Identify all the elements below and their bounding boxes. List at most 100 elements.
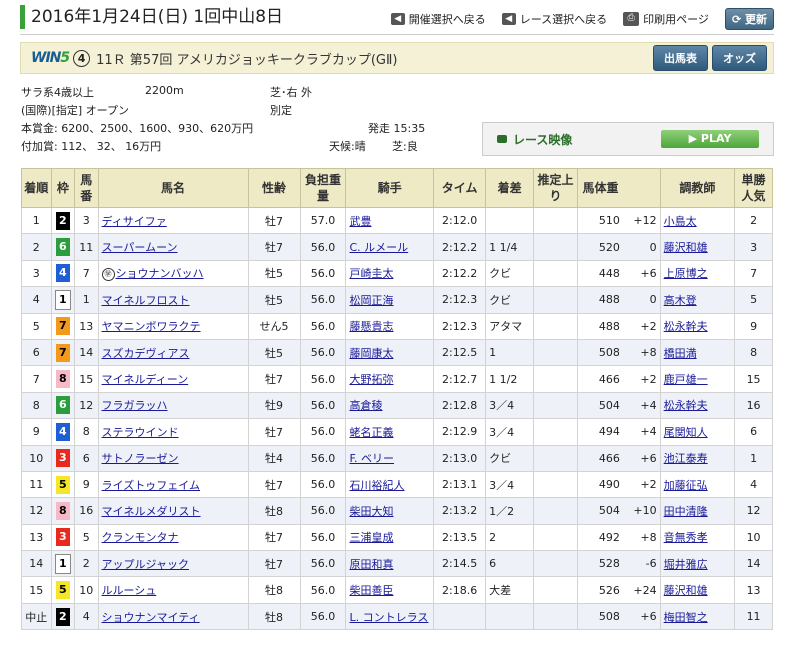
table-row: 13 3 5 クランモンタナ 牡7 56.0 三浦皇成 2:13.5 2 492 +8 音無秀孝 10: [21, 523, 773, 552]
trainer-link[interactable]: 池江泰寿: [664, 452, 708, 465]
jockey-link[interactable]: 柴田大知: [349, 505, 393, 518]
horse-number: 10: [74, 576, 99, 604]
back-to-schedule-link[interactable]: ◀ 開催選択へ戻る: [390, 11, 486, 27]
finish-time: 2:12.2: [433, 233, 487, 261]
position: 15: [21, 576, 52, 604]
jockey-cell: C. ルメール: [345, 233, 435, 261]
jockey-link[interactable]: 藤岡康太: [349, 347, 393, 360]
trainer-link[interactable]: 加藤征弘: [664, 479, 708, 492]
race-video-panel: レース映像 ▶ PLAY: [482, 122, 774, 156]
waku: 6: [50, 391, 76, 420]
horse-link[interactable]: クランモンタナ: [102, 531, 179, 544]
horse-link[interactable]: ショウナンマイティ: [102, 611, 200, 624]
waku: 5: [50, 576, 76, 604]
horse-link[interactable]: ステラウインド: [102, 426, 179, 439]
jockey-link[interactable]: L. コントレラス: [349, 611, 428, 624]
waku: 8: [50, 497, 76, 525]
horse-name-cell: サトノラーゼン: [97, 444, 249, 472]
reload-label: 更新: [745, 13, 767, 26]
race-video-label: レース映像: [497, 131, 572, 148]
horse-link[interactable]: スズカデヴィアス: [102, 347, 190, 360]
trainer-link[interactable]: 小島太: [664, 215, 697, 228]
jockey-link[interactable]: 高倉稜: [349, 399, 382, 412]
finish-time: 2:12.8: [433, 391, 487, 420]
waku-badge: 6: [55, 238, 70, 257]
jockey-link[interactable]: C. ルメール: [349, 241, 408, 254]
body-weight-diff: +2: [622, 365, 661, 393]
jockey-link[interactable]: 蛯名正義: [349, 426, 393, 439]
race-card-button[interactable]: 出馬表: [653, 45, 708, 71]
trainer-link[interactable]: 藤沢和雄: [664, 241, 708, 254]
print-link[interactable]: ⎙ 印刷用ページ: [623, 11, 709, 27]
horse-name-cell: フラガラッハ: [97, 391, 249, 420]
jockey-link[interactable]: 藤懸貴志: [349, 320, 393, 333]
body-weight-diff: -6: [622, 550, 661, 578]
trainer-link[interactable]: 橋田満: [664, 347, 697, 360]
horse-number: 12: [74, 391, 99, 420]
trainer-link[interactable]: 松永幹夫: [664, 399, 708, 412]
last-3f: [533, 391, 578, 420]
trainer-link[interactable]: 堀井雅広: [664, 558, 708, 571]
horse-name-cell: ライズトゥフェイム: [97, 470, 249, 499]
jockey-link[interactable]: 原田和真: [349, 558, 393, 571]
horse-link[interactable]: ルルーシュ: [102, 584, 157, 597]
last-3f: [533, 233, 578, 261]
horse-link[interactable]: マイネルフロスト: [102, 294, 190, 307]
position: 3: [21, 259, 52, 288]
carried-weight: 56.0: [299, 233, 347, 261]
jockey-cell: L. コントレラス: [345, 602, 435, 631]
popularity: 1: [734, 444, 773, 472]
trainer-link[interactable]: 松永幹夫: [664, 320, 708, 333]
body-weight-diff: +10: [622, 497, 661, 525]
trainer-link[interactable]: 鹿戸雄一: [664, 373, 708, 386]
body-weight-diff: +4: [622, 391, 661, 420]
trainer-link[interactable]: 音無秀孝: [664, 531, 708, 544]
last-3f: [533, 576, 578, 604]
horse-link[interactable]: マイネルメダリスト: [102, 505, 201, 518]
table-row: 3 4 7 ㊫ショウナンバッハ 牡5 56.0 戸崎圭太 2:12.2 クビ 448 +6 上原博之 7: [21, 259, 773, 288]
trainer-link[interactable]: 藤沢和雄: [664, 584, 708, 597]
horse-link[interactable]: サトノラーゼン: [102, 452, 179, 465]
popularity: 5: [734, 286, 773, 314]
jockey-link[interactable]: 柴田善臣: [349, 584, 393, 597]
margin: 1: [485, 338, 535, 367]
jockey-link[interactable]: 三浦皇成: [349, 531, 393, 544]
trainer-link[interactable]: 高木登: [664, 294, 697, 307]
play-icon: ▶: [688, 132, 698, 145]
jockey-link[interactable]: 戸崎圭太: [349, 267, 393, 280]
horse-link[interactable]: アップルジャック: [102, 558, 189, 571]
trainer-link[interactable]: 梅田智之: [664, 611, 708, 624]
back-to-race-link[interactable]: ◀ レース選択へ戻る: [501, 11, 607, 27]
jockey-link[interactable]: 大野拓弥: [349, 373, 393, 386]
popularity: 14: [734, 550, 773, 578]
horse-link[interactable]: ライズトゥフェイム: [102, 479, 200, 492]
horse-link[interactable]: フラガラッハ: [102, 399, 168, 412]
carried-weight: 56.0: [299, 391, 347, 420]
position: 中止: [21, 602, 52, 631]
horse-link[interactable]: ディサイファ: [102, 215, 167, 228]
trainer-link[interactable]: 上原博之: [664, 267, 708, 280]
position: 7: [21, 365, 52, 393]
odds-button[interactable]: オッズ: [712, 45, 767, 71]
reload-button[interactable]: ⟳ 更新: [724, 8, 774, 30]
waku: 1: [50, 286, 76, 314]
horse-link[interactable]: スーパームーン: [102, 241, 178, 254]
play-video-button[interactable]: ▶ PLAY: [661, 130, 759, 148]
body-weight-diff: +4: [622, 418, 661, 446]
horse-link[interactable]: ショウナンバッハ: [116, 267, 204, 280]
horse-link[interactable]: ヤマニンボワラクテ: [102, 320, 201, 333]
jockey-link[interactable]: 武豊: [349, 215, 371, 228]
jockey-link[interactable]: 石川裕紀人: [349, 479, 404, 492]
waku-badge: 4: [55, 422, 70, 441]
trainer-cell: 藤沢和雄: [659, 233, 736, 261]
margin: [485, 602, 535, 631]
trainer-link[interactable]: 尾関知人: [664, 426, 708, 439]
jockey-link[interactable]: F. ベリー: [349, 452, 394, 465]
trainer-link[interactable]: 田中清隆: [664, 505, 708, 518]
waku-badge: 1: [54, 289, 71, 310]
horse-link[interactable]: マイネルディーン: [102, 373, 189, 386]
body-weight: 488: [576, 312, 623, 340]
col-number: 馬番: [74, 168, 99, 208]
jockey-link[interactable]: 松岡正海: [349, 294, 393, 307]
finish-time: [433, 602, 487, 631]
